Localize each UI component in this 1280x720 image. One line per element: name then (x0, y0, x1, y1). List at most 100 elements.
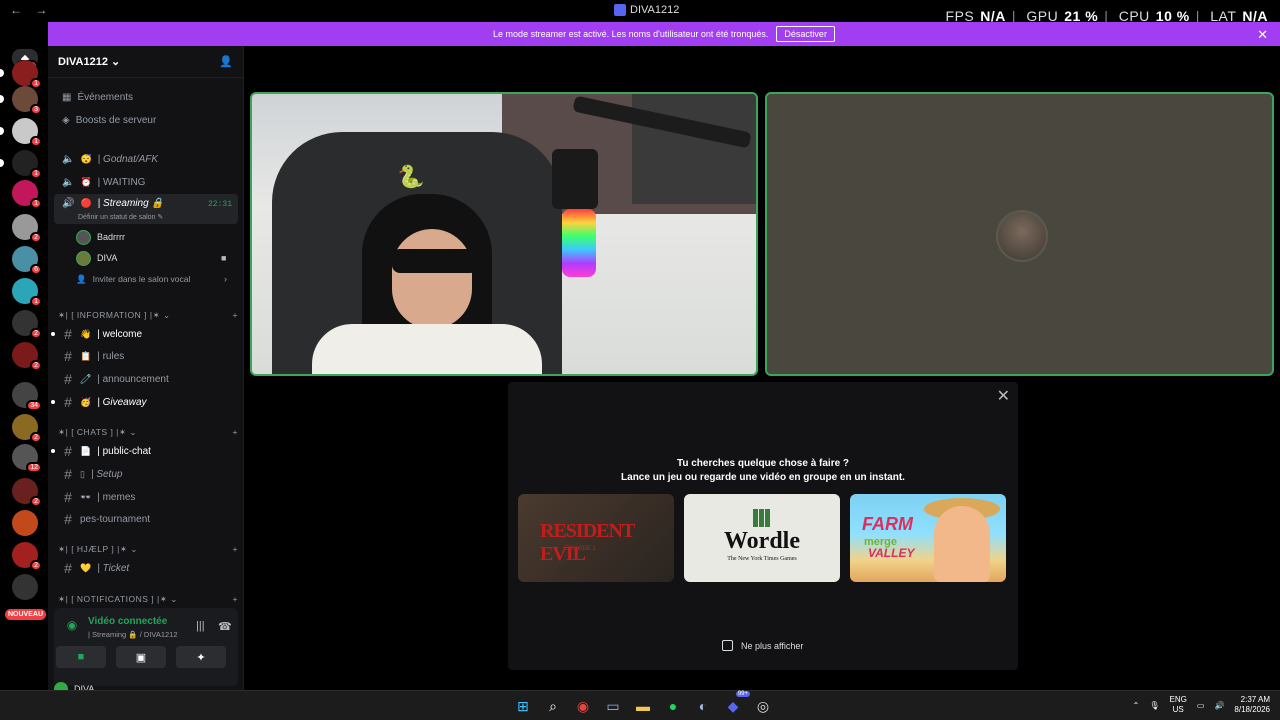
search-icon[interactable]: ⌕ (542, 695, 564, 717)
windows-taskbar: ⊞ ⌕ ◉ ▭ ▬ ● ◐ ◆ 99+ ◎ ⌃ 🎙 ENG US ▭ 🔊 2:37 … (0, 690, 1280, 720)
noise-suppression-icon[interactable]: ||| (196, 620, 205, 632)
speaker-icon: 🔊 (62, 198, 75, 209)
server-icon[interactable]: 12 (12, 444, 42, 473)
events-item[interactable]: ▦ Événements (54, 87, 238, 107)
category-information[interactable]: ✶| [ INFORMATION ] |✶ ⌄ + (58, 310, 238, 321)
activity-card-wordle[interactable]: Wordle The New York Times Games (684, 494, 840, 582)
close-icon[interactable]: ✕ (1257, 27, 1268, 43)
language-indicator[interactable]: ENG US (1170, 695, 1187, 715)
add-channel-icon[interactable]: + (233, 544, 238, 555)
task-view-icon[interactable]: ▭ (602, 695, 624, 717)
checkbox[interactable] (722, 640, 733, 651)
disconnect-icon[interactable]: ☎ (218, 620, 232, 633)
server-icon[interactable]: 1 (0, 150, 42, 179)
server-icon[interactable]: 2 (12, 310, 42, 339)
add-channel-icon[interactable]: + (233, 427, 238, 438)
channel-sidebar: DIVA1212 ⌄ 👤 ▦ Événements ◈ Boosts de serv… (48, 46, 244, 696)
connection-status: Vidéo connectée (88, 616, 168, 627)
add-member-icon[interactable]: 👤 (219, 55, 233, 68)
channel-status[interactable]: Définir un statut de salon ✎ (78, 213, 163, 221)
app-icon[interactable]: ◎ (752, 695, 774, 717)
invite-icon: 👤 (76, 273, 87, 284)
streamer-mode-banner: Le mode streamer est activé. Les noms d'… (48, 22, 1280, 46)
channel-memes[interactable]: # 👓 | memes (54, 487, 238, 507)
channel-public-chat[interactable]: # 📄 | public-chat (51, 441, 238, 461)
voice-stage: 🐍 ✕ Tu cherches quelque chose à faire ? … (244, 46, 1280, 690)
network-icon[interactable]: ▭ (1197, 701, 1205, 710)
nav-buttons: ← → (10, 3, 57, 17)
server-icon[interactable]: 1 (12, 180, 42, 209)
spotify-icon[interactable]: ● (662, 695, 684, 717)
camera-icon: ■ (221, 253, 227, 263)
calendar-icon: ▦ (62, 91, 72, 103)
add-channel-icon[interactable]: + (233, 310, 238, 321)
server-name-header[interactable]: DIVA1212 ⌄ 👤 (48, 46, 243, 78)
steam-icon[interactable]: ◐ (692, 695, 714, 717)
server-icon[interactable]: 2 (12, 342, 42, 371)
server-icon[interactable] (12, 574, 38, 600)
server-icon[interactable]: 6 (12, 246, 42, 275)
channel-announcement[interactable]: # 🧷 | announcement (54, 369, 238, 389)
activity-card-farm-merge-valley[interactable]: FARM merge VALLEY (850, 494, 1006, 582)
file-explorer-icon[interactable]: ▬ (632, 695, 654, 717)
invite-voice[interactable]: 👤 Inviter dans le salon vocal (76, 270, 190, 288)
rgb-light (562, 209, 596, 277)
connection-channel[interactable]: | Streaming 🔒 / DIVA1212 (88, 630, 178, 639)
category-help[interactable]: ✶| [ HJÆLP ] |✶ ⌄ + (58, 544, 238, 555)
voice-channel-waiting[interactable]: 🔈 ⏰ | WAITING (54, 172, 238, 192)
microphone-icon (552, 149, 598, 209)
channel-timer: 22:31 (207, 200, 232, 209)
server-icon[interactable] (12, 510, 38, 536)
signal-icon[interactable]: ◉ (62, 618, 82, 638)
activity-prompt: Tu cherches quelque chose à faire ? (676, 458, 850, 469)
channel-giveaway[interactable]: # 🥳 | Giveaway (51, 392, 238, 412)
voice-user[interactable]: DIVA (76, 249, 117, 267)
screen-share-button[interactable]: ▣ (116, 646, 166, 668)
add-channel-icon[interactable]: + (233, 594, 238, 605)
back-arrow-icon[interactable]: ← (10, 3, 22, 17)
windows-start-icon[interactable]: ⊞ (512, 695, 534, 717)
activity-card-resident-evil[interactable]: RESIDENT EVIL ÉPISODE 1 (518, 494, 674, 582)
category-notifications[interactable]: ✶| [ NOTIFICATIONS ] |✶ ⌄ + (58, 594, 238, 605)
forward-arrow-icon[interactable]: → (35, 3, 47, 17)
server-icon[interactable]: 3 (0, 86, 42, 115)
avatar (76, 250, 91, 266)
system-tray: ⌃ 🎙 ENG US ▭ 🔊 2:37 AM 8/18/2026 (1133, 695, 1270, 715)
disable-button[interactable]: Désactiver (776, 26, 835, 42)
avatar (996, 210, 1048, 262)
chrome-icon[interactable]: ◉ (572, 695, 594, 717)
channel-ticket[interactable]: # 💛 | Ticket (54, 558, 238, 578)
server-rail: ◆ 123 1 3 1 1 1 2 6 1 2 2 34 2 12 2 2 NO… (0, 22, 48, 690)
boosts-item[interactable]: ◈ Boosts de serveur (54, 110, 238, 130)
server-icon[interactable]: 1 (0, 118, 42, 147)
server-icon[interactable]: 1 (12, 278, 42, 307)
video-tile-avatar[interactable] (765, 92, 1274, 376)
channel-pes-tournament[interactable]: # pes-tournament (54, 509, 238, 529)
server-icon[interactable]: 2 (12, 478, 42, 507)
camera-button[interactable]: ■ (56, 646, 106, 668)
voice-channel-afk[interactable]: 🔈 😴 | Godnat/AFK (54, 149, 238, 169)
chevron-right-icon: › (224, 274, 227, 284)
server-icon[interactable]: 2 (12, 414, 42, 443)
chevron-up-icon[interactable]: ⌃ (1133, 701, 1140, 710)
volume-icon[interactable]: 🔊 (1214, 701, 1224, 710)
voice-channel-streaming[interactable]: 🔊 🔴 | Streaming 🔒 22:31 Définir un statu… (54, 194, 238, 224)
dont-show-again[interactable]: Ne plus afficher (722, 640, 803, 651)
server-icon[interactable]: 1 (0, 60, 42, 89)
channel-setup[interactable]: # ▯ | Setup (54, 464, 238, 484)
close-icon[interactable]: ✕ (997, 386, 1010, 406)
category-chats[interactable]: ✶| [ CHATS ] |✶ ⌄ + (58, 427, 238, 438)
video-tile-camera[interactable]: 🐍 (250, 92, 758, 376)
server-icon[interactable]: 2 (12, 542, 42, 571)
activities-button[interactable]: ✦ (176, 646, 226, 668)
server-icon[interactable]: 34 (12, 382, 42, 411)
voice-user[interactable]: Badrrrr (76, 228, 125, 246)
microphone-icon[interactable]: 🎙 (1149, 701, 1159, 710)
channel-welcome[interactable]: # 👋 | welcome (51, 324, 238, 344)
razer-logo-icon: 🐍 (397, 164, 425, 189)
discord-icon[interactable]: ◆ 99+ (722, 691, 750, 717)
clock[interactable]: 2:37 AM 8/18/2026 (1234, 695, 1270, 715)
server-icon[interactable]: 2 (12, 214, 42, 243)
channel-rules[interactable]: # 📋 | rules (54, 346, 238, 366)
character (934, 506, 990, 582)
